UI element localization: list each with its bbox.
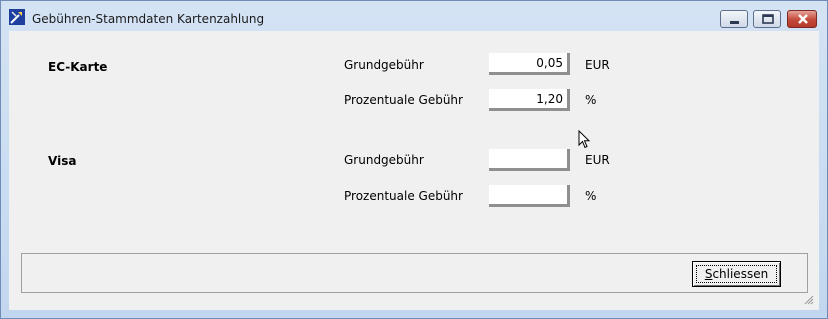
title-bar[interactable]: Gebühren-Stammdaten Kartenzahlung [1, 1, 827, 31]
maximize-icon [762, 14, 774, 24]
visa-prozentuale-gebuehr-input[interactable] [489, 185, 570, 207]
close-window-button[interactable] [787, 10, 817, 28]
ec-prozentuale-gebuehr-label: Prozentuale Gebühr [344, 93, 463, 107]
ec-grundgebuehr-input[interactable]: 0,05 [489, 53, 570, 75]
visa-grundgebuehr-input[interactable] [489, 149, 570, 171]
close-icon [798, 14, 808, 24]
ec-grundgebuehr-label: Grundgebühr [344, 58, 424, 72]
visa-prozentuale-gebuehr-label: Prozentuale Gebühr [344, 189, 463, 203]
section-title-visa: Visa [48, 154, 77, 168]
focus-rectangle [696, 265, 777, 283]
section-title-ec-karte: EC-Karte [48, 60, 108, 74]
ec-prozentuale-gebuehr-input[interactable]: 1,20 [489, 89, 570, 111]
dialog-window: Gebühren-Stammdaten Kartenzahlung EC-Kar… [0, 0, 828, 319]
minimize-button[interactable] [720, 10, 748, 28]
minimize-icon [730, 21, 739, 24]
maximize-button[interactable] [753, 10, 781, 28]
app-icon [9, 9, 25, 25]
visa-grundgebuehr-unit: EUR [585, 153, 610, 167]
ec-grundgebuehr-unit: EUR [585, 58, 610, 72]
schliessen-button[interactable]: Schliessen [692, 261, 781, 287]
resize-grip-icon[interactable] [802, 293, 814, 305]
visa-grundgebuehr-label: Grundgebühr [344, 153, 424, 167]
mouse-pointer-icon [578, 130, 591, 149]
visa-prozentuale-gebuehr-unit: % [585, 189, 597, 203]
dialog-client-area: EC-Karte Grundgebühr 0,05 EUR Prozentual… [9, 31, 819, 310]
window-title: Gebühren-Stammdaten Kartenzahlung [32, 12, 265, 26]
ec-prozentuale-gebuehr-unit: % [585, 93, 597, 107]
button-panel [21, 253, 808, 293]
